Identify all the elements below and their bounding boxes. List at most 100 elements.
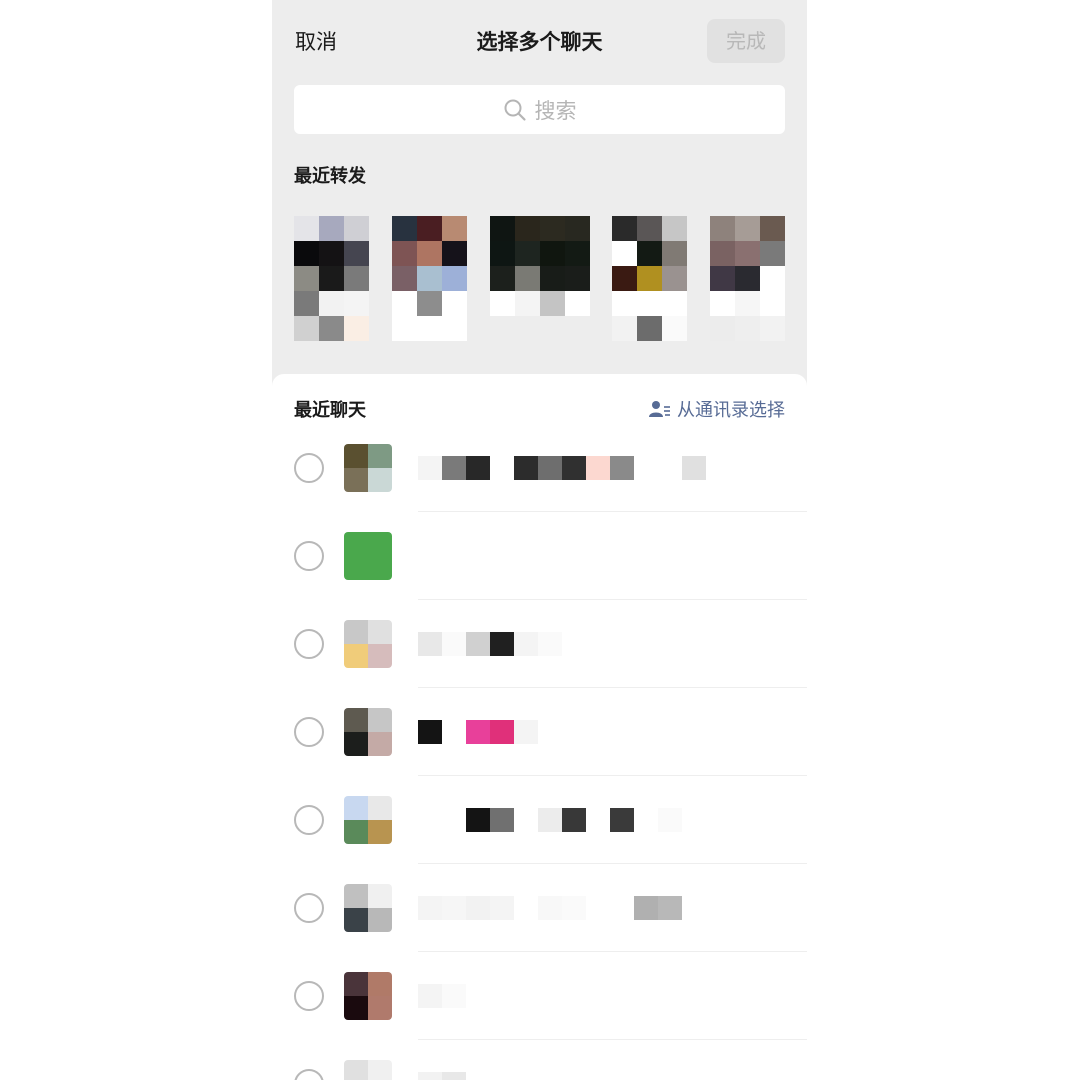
pixelated-name-cell <box>418 984 442 1008</box>
pixelated-avatar-cell <box>662 291 687 316</box>
select-radio[interactable] <box>294 981 324 1011</box>
pixelated-avatar-cell <box>760 216 785 241</box>
pixelated-avatar-cell <box>442 316 467 341</box>
recent-forward-avatar[interactable] <box>612 216 687 341</box>
recent-forward-title: 最近转发 <box>294 166 366 187</box>
chat-list-item[interactable] <box>272 512 807 600</box>
pixelated-avatar-cell <box>344 732 368 756</box>
pixelated-avatar-cell <box>662 241 687 266</box>
pixelated-name-cell <box>634 456 658 480</box>
search-input[interactable]: 搜索 <box>294 85 785 134</box>
pixelated-chat-name <box>418 1072 466 1080</box>
pixelated-name-cell <box>610 896 634 920</box>
pixelated-name-cell <box>418 720 442 744</box>
pixelated-name-cell <box>466 808 490 832</box>
pixelated-name-cell <box>514 808 538 832</box>
chat-list-item[interactable] <box>272 600 807 688</box>
recent-forward-avatar[interactable] <box>490 216 590 341</box>
pixelated-avatar-cell <box>540 216 565 241</box>
pixelated-avatar-cell <box>368 996 392 1020</box>
done-button[interactable]: 完成 <box>707 19 785 63</box>
pixelated-avatar-cell <box>294 266 319 291</box>
pixelated-name-cell <box>466 632 490 656</box>
pixelated-avatar-cell <box>368 444 392 468</box>
pixelated-avatar-cell <box>612 216 637 241</box>
pixelated-avatar-cell <box>612 316 637 341</box>
chat-list-item[interactable] <box>272 776 807 864</box>
pixelated-name-cell <box>562 896 586 920</box>
pixelated-avatar-cell <box>344 556 368 580</box>
pixelated-chat-name <box>418 720 538 744</box>
pixelated-avatar-cell <box>417 291 442 316</box>
pixelated-name-cell <box>538 456 562 480</box>
select-radio[interactable] <box>294 1069 324 1080</box>
pixelated-avatar-cell <box>319 291 344 316</box>
pixelated-avatar-cell <box>392 216 417 241</box>
pixelated-name-cell <box>466 896 490 920</box>
pixelated-avatar-cell <box>417 241 442 266</box>
pixelated-avatar-cell <box>368 468 392 492</box>
recent-forward-avatar[interactable] <box>710 216 785 341</box>
chat-list-item[interactable] <box>272 864 807 952</box>
pixelated-name-cell <box>586 456 610 480</box>
pixelated-avatar-cell <box>344 266 369 291</box>
select-radio[interactable] <box>294 717 324 747</box>
nav-bar: 取消 选择多个聊天 完成 <box>272 0 807 84</box>
recent-forward-avatar[interactable] <box>294 216 369 341</box>
pixelated-name-cell <box>490 808 514 832</box>
pixelated-avatar-cell <box>344 996 368 1020</box>
pixelated-avatar-cell <box>344 620 368 644</box>
pixelated-avatar-cell <box>442 291 467 316</box>
pixelated-avatar-cell <box>368 620 392 644</box>
chat-list-item[interactable] <box>272 1040 807 1080</box>
pixelated-avatar-cell <box>565 291 590 316</box>
pixelated-avatar-cell <box>344 532 368 556</box>
recent-forward-avatar[interactable] <box>392 216 467 341</box>
pixelated-name-cell <box>586 808 610 832</box>
avatar <box>344 532 392 580</box>
pixelated-avatar-cell <box>368 972 392 996</box>
pixelated-name-cell <box>538 808 562 832</box>
pixelated-avatar-cell <box>760 266 785 291</box>
select-from-contacts-link[interactable]: 从通讯录选择 <box>649 396 785 422</box>
pixelated-avatar-cell <box>735 216 760 241</box>
pixelated-avatar-cell <box>344 708 368 732</box>
pixelated-name-cell <box>418 808 442 832</box>
pixelated-name-cell <box>490 456 514 480</box>
avatar <box>344 972 392 1020</box>
pixelated-avatar-cell <box>344 468 368 492</box>
pixelated-avatar-cell <box>368 1060 392 1080</box>
pixelated-avatar-cell <box>417 266 442 291</box>
pixelated-name-cell <box>418 456 442 480</box>
pixelated-avatar-cell <box>710 266 735 291</box>
pixelated-name-cell <box>514 896 538 920</box>
select-radio[interactable] <box>294 805 324 835</box>
pixelated-name-cell <box>514 456 538 480</box>
select-radio[interactable] <box>294 453 324 483</box>
select-radio[interactable] <box>294 893 324 923</box>
pixelated-chat-name <box>418 808 682 832</box>
pixelated-name-cell <box>490 896 514 920</box>
pixelated-avatar-cell <box>294 316 319 341</box>
pixelated-avatar-cell <box>344 316 369 341</box>
pixelated-avatar-cell <box>319 266 344 291</box>
pixelated-avatar-cell <box>368 732 392 756</box>
select-radio[interactable] <box>294 629 324 659</box>
chat-list-item[interactable] <box>272 424 807 512</box>
pixelated-name-cell <box>442 1072 466 1080</box>
chat-list-item[interactable] <box>272 688 807 776</box>
pixelated-avatar-cell <box>294 216 319 241</box>
pixelated-avatar-cell <box>392 291 417 316</box>
select-radio[interactable] <box>294 541 324 571</box>
avatar <box>344 884 392 932</box>
pixelated-avatar-cell <box>344 1060 368 1080</box>
pixelated-name-cell <box>442 632 466 656</box>
pixelated-avatar-cell <box>417 216 442 241</box>
avatar <box>344 708 392 756</box>
contacts-icon <box>649 401 670 417</box>
pixelated-avatar-cell <box>392 266 417 291</box>
pixelated-avatar-cell <box>368 908 392 932</box>
chat-list-item[interactable] <box>272 952 807 1040</box>
pixelated-name-cell <box>538 896 562 920</box>
pixelated-name-cell <box>466 456 490 480</box>
